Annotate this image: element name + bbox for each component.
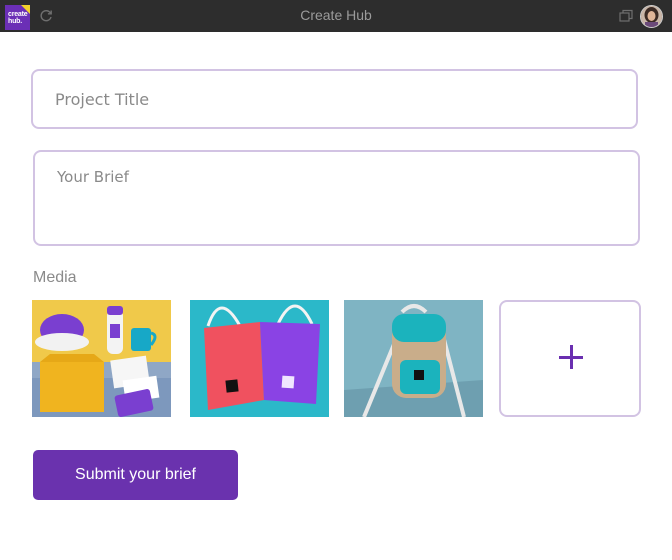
brief-field[interactable]	[33, 150, 640, 246]
window-title: Create Hub	[300, 7, 372, 23]
media-label: Media	[33, 269, 77, 286]
media-thumbnail-merchandise[interactable]	[32, 300, 171, 417]
backpack-photo	[344, 300, 483, 417]
logo-text: create hub.	[8, 11, 28, 25]
project-title-input[interactable]	[33, 71, 636, 127]
submit-brief-button[interactable]: Submit your brief	[33, 450, 238, 500]
media-thumbnail-tote-bags[interactable]	[190, 300, 329, 417]
refresh-icon[interactable]	[40, 9, 53, 22]
add-media-button[interactable]	[499, 300, 641, 417]
brief-textarea[interactable]	[35, 152, 638, 242]
plus-icon-vertical	[569, 345, 573, 369]
media-thumbnail-backpack[interactable]	[344, 300, 483, 417]
tote-bags-photo	[190, 300, 329, 417]
branded-merchandise-photo	[32, 300, 171, 417]
app-logo: create hub.	[5, 5, 30, 30]
user-avatar[interactable]	[640, 5, 663, 28]
windows-icon[interactable]	[619, 9, 633, 22]
project-title-field[interactable]	[31, 69, 638, 129]
title-bar: Create Hub create hub.	[0, 0, 672, 32]
